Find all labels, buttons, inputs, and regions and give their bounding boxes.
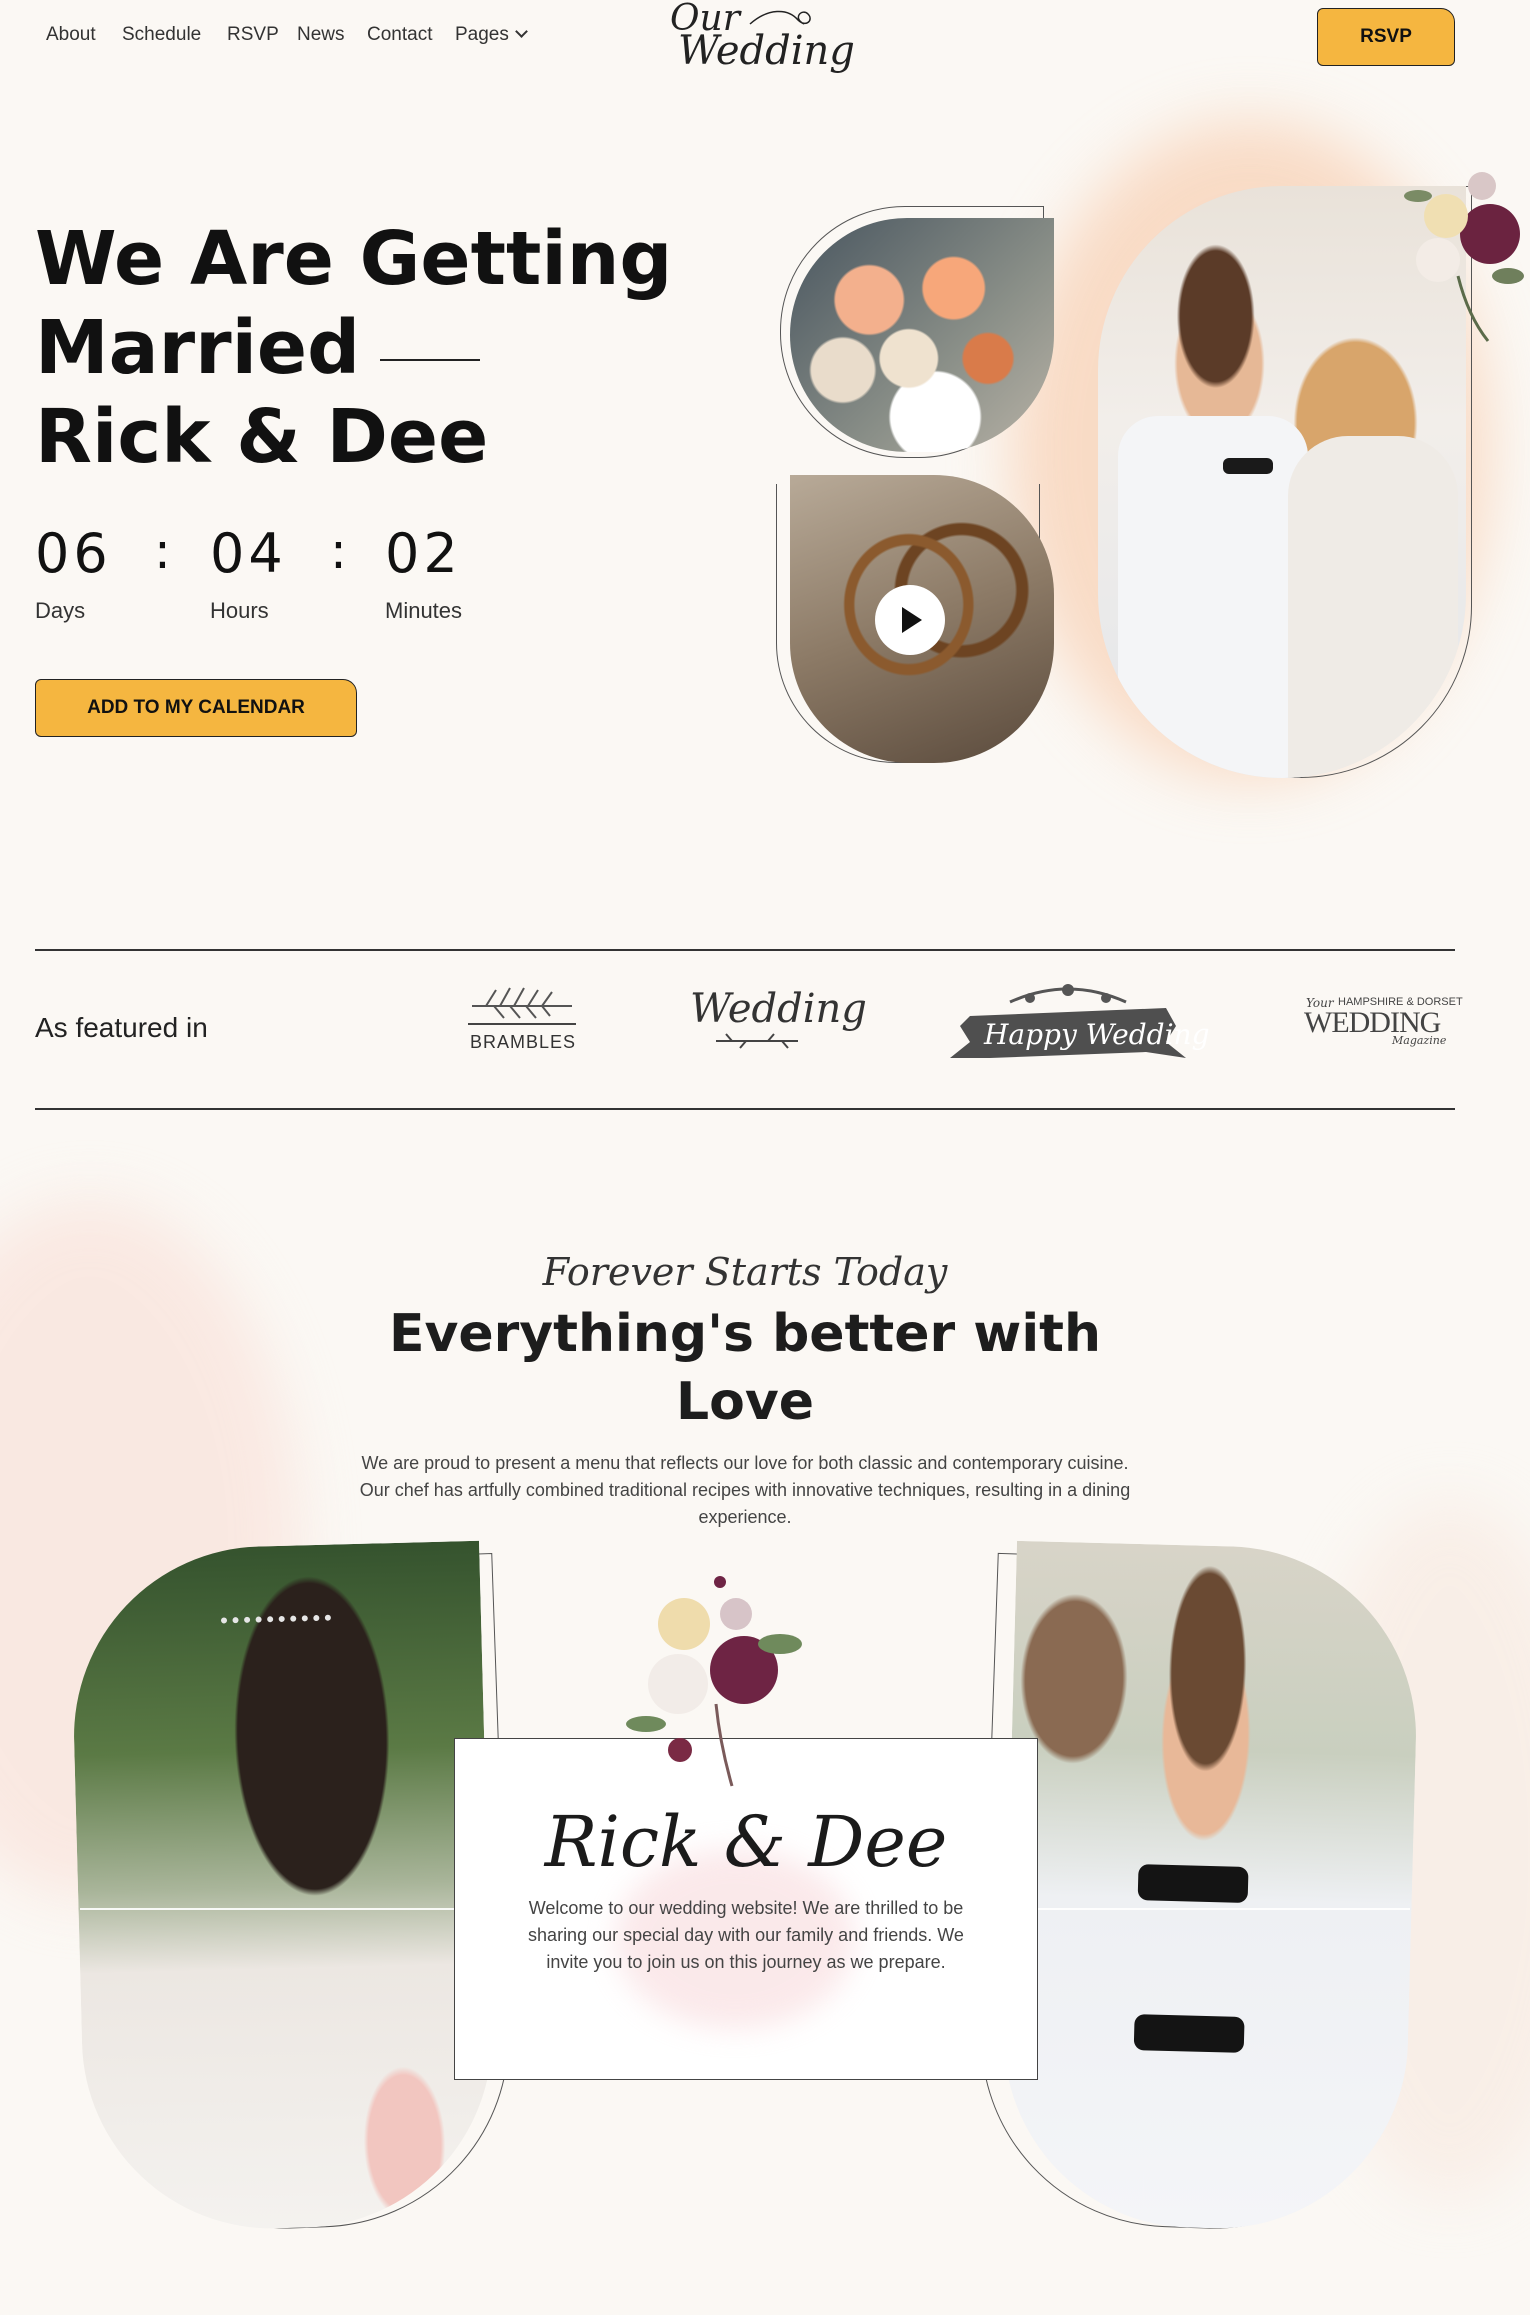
groom-bowtie [1137, 1864, 1249, 1903]
bouquet-photo [790, 218, 1054, 452]
rsvp-button[interactable]: RSVP [1317, 8, 1455, 66]
title-dash-decoration [380, 359, 481, 362]
bride-photo [69, 1540, 497, 2234]
logo-flourish-icon [749, 10, 811, 25]
nav-pages-dropdown[interactable]: Pages [455, 24, 528, 46]
hero-title-line3: Rick & Dee [35, 394, 489, 480]
add-to-calendar-button[interactable]: ADD TO MY CALENDAR [35, 679, 357, 737]
happy-wedding-logo-text: Happy Wedding [984, 1018, 1210, 1051]
countdown-days-label: Days [35, 598, 86, 623]
brambles-logo-text: BRAMBLES [470, 1032, 577, 1052]
nav-link-rsvp[interactable]: RSVP [227, 24, 279, 46]
wedding-magazine-logo: Your HAMPSHIRE & DORSET WEDDING Magazine [1300, 994, 1463, 1047]
love-section-title: Everything's better with Love [340, 1300, 1150, 1436]
countdown-minutes-label: Minutes [385, 598, 463, 623]
happy-wedding-logo: Happy Wedding [950, 982, 1210, 1062]
nav-link-news[interactable]: News [297, 24, 345, 46]
featured-top-divider [35, 949, 1455, 951]
nav-link-contact[interactable]: Contact [367, 24, 432, 46]
brambles-logo: BRAMBLES [466, 982, 578, 1056]
magazine-sub-text: Magazine [1392, 1034, 1447, 1047]
countdown-separator: : [154, 522, 171, 580]
love-section-text: We are proud to present a menu that refl… [359, 1453, 1131, 1527]
bouquet-decoration-icon [626, 1576, 802, 1787]
rings-video-thumbnail[interactable] [790, 475, 1054, 763]
fern-icon [468, 987, 576, 1025]
love-title-line1: Everything's better with [388, 1304, 1102, 1364]
forever-script-heading: Forever Starts Today [542, 1250, 948, 1294]
couple-welcome-card: Rick & Dee Welcome to our wedding websit… [454, 1738, 1038, 2080]
tiara [220, 1614, 332, 1654]
groom-photo [999, 1540, 1421, 2234]
nav-pages-label: Pages [455, 24, 509, 45]
bowtie [1223, 458, 1273, 474]
countdown-minutes-value: 02 [385, 522, 462, 585]
groom-bowtie-lower [1133, 2014, 1245, 2053]
love-title-line2: Love [675, 1372, 815, 1432]
nav-link-schedule[interactable]: Schedule [122, 24, 201, 46]
flower-decoration-icon [1404, 172, 1524, 342]
nav-link-about[interactable]: About [46, 24, 96, 46]
countdown-separator: : [330, 522, 347, 580]
groom-shirt [1118, 416, 1308, 778]
featured-label: As featured in [35, 1012, 208, 1043]
wedding-logo-leaves-icon [716, 1033, 798, 1049]
countdown-days-value: 06 [35, 522, 112, 585]
hero-title: We Are Getting Married Rick & Dee [35, 215, 672, 482]
chevron-down-icon [515, 25, 528, 38]
card-welcome-text: Welcome to our wedding website! We are t… [528, 1898, 964, 1972]
logo-line2: Wedding [678, 28, 855, 74]
play-button[interactable] [875, 585, 945, 655]
play-icon [902, 607, 922, 633]
site-logo[interactable]: Our Wedding [664, 0, 855, 76]
hero-title-line1: We Are Getting [35, 216, 673, 302]
countdown-hours-value: 04 [210, 522, 287, 585]
hero-title-line2: Married [35, 305, 361, 391]
bride-dress [1288, 436, 1458, 778]
wedding-logo-text: Wedding [690, 986, 867, 1032]
featured-bottom-divider [35, 1108, 1455, 1110]
countdown-hours-label: Hours [210, 598, 269, 623]
card-couple-name: Rick & Dee [544, 1801, 948, 1883]
